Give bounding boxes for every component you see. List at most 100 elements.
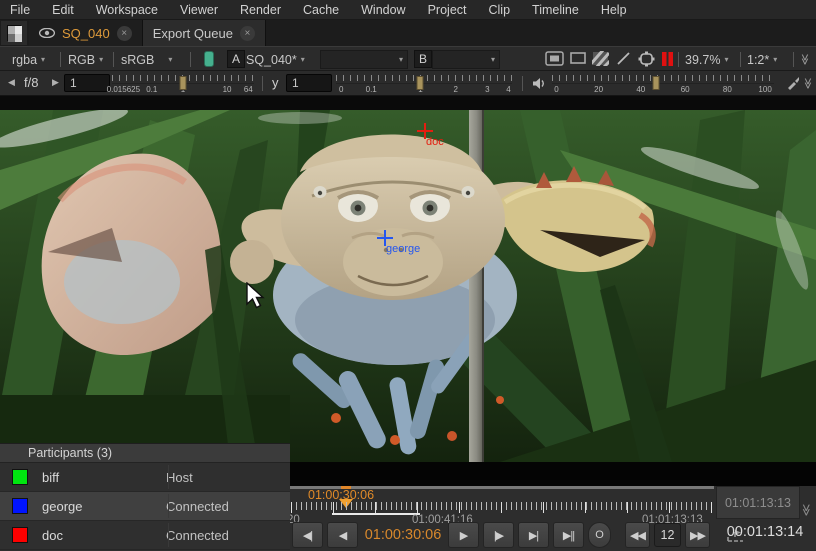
menu-cache[interactable]: Cache <box>303 3 339 17</box>
menu-window[interactable]: Window <box>361 3 405 17</box>
menu-workspace[interactable]: Workspace <box>96 3 158 17</box>
pause-render-button[interactable] <box>661 52 674 66</box>
menu-help[interactable]: Help <box>601 3 627 17</box>
divider <box>190 52 191 67</box>
chevron-down-icon: ▾ <box>773 55 777 64</box>
display-value: RGB <box>68 53 95 67</box>
chevron-expand-icon[interactable]: ≫ <box>799 504 813 517</box>
volume-mute-button[interactable] <box>532 77 546 90</box>
menu-render[interactable]: Render <box>240 3 281 17</box>
close-icon[interactable]: × <box>240 26 255 41</box>
tick-label: 10 <box>223 85 232 94</box>
input-a-label: A <box>227 50 245 68</box>
menu-project[interactable]: Project <box>428 3 467 17</box>
play-backward-button[interactable]: ◀ <box>327 522 358 548</box>
toolbar2-expand-button[interactable]: ≫ <box>802 76 814 90</box>
menu-viewer[interactable]: Viewer <box>180 3 218 17</box>
participant-name: george <box>42 499 162 514</box>
chevron-down-icon: ▾ <box>301 55 305 64</box>
menu-clip[interactable]: Clip <box>489 3 511 17</box>
chevron-down-icon: ▾ <box>399 55 403 64</box>
transport-controls: ◀| ◀ 01:00:30:06 ▶ |▶ ▶| ▶|| O ◀◀ 12 ▶▶ <box>292 522 744 548</box>
roi-button[interactable] <box>638 51 655 67</box>
channels-dropdown[interactable]: rgba▾ <box>12 47 45 72</box>
fps-input[interactable]: 12 <box>654 523 681 547</box>
color-sample-button[interactable] <box>786 76 800 90</box>
menu-timeline[interactable]: Timeline <box>532 3 579 17</box>
tick-label: 0.015625 <box>107 85 140 94</box>
menu-file[interactable]: File <box>10 3 30 17</box>
wipe-button[interactable] <box>616 51 631 66</box>
current-timecode[interactable]: 01:00:30:06 <box>362 527 444 543</box>
divider <box>678 52 679 67</box>
divider <box>522 76 523 91</box>
fast-backward-button[interactable]: ◀◀ <box>625 522 650 548</box>
tag-icon[interactable] <box>204 51 214 67</box>
display-dropdown[interactable]: RGB▾ <box>68 47 103 72</box>
tick-label: 0.1 <box>146 85 157 94</box>
colorspace-dropdown[interactable]: sRGB▾ <box>121 47 172 72</box>
go-to-end-button[interactable]: ▶|| <box>553 522 584 548</box>
participant-color-swatch <box>12 527 28 543</box>
step-forward-button[interactable]: |▶ <box>483 522 514 548</box>
pane-menu-button[interactable] <box>1 21 27 45</box>
gain-input[interactable]: 1 <box>64 74 110 92</box>
gain-slider[interactable]: 0.015625 0.1 1 10 64 <box>112 75 254 95</box>
menu-bar: File Edit Workspace Viewer Render Cache … <box>0 0 816 20</box>
participant-name: doc <box>42 528 162 543</box>
tick-label: 100 <box>758 85 771 94</box>
wipe-mode-dropdown[interactable]: ▾ <box>320 50 408 69</box>
viewer-canvas[interactable]: doc george <box>0 96 816 462</box>
gamma-slider[interactable]: 0 0.1 1 2 3 4 <box>336 75 512 95</box>
pane-layout-icon <box>7 25 21 41</box>
checkerboard-button[interactable] <box>592 51 609 66</box>
gamma-slider-handle[interactable] <box>417 76 424 90</box>
tab-label: Export Queue <box>153 26 233 41</box>
participant-row[interactable]: george Connected <box>0 492 290 521</box>
cached-frames-bar <box>332 513 420 515</box>
exposure-toolbar: ◀ f/8 ▶ 1 0.015625 0.1 1 10 64 y 1 0 0.1… <box>0 71 816 96</box>
display-window-button[interactable] <box>545 51 564 66</box>
tick-label: 2 <box>453 85 457 94</box>
fstop-label[interactable]: f/8 <box>24 75 38 90</box>
participants-header[interactable]: Participants (3) <box>0 444 290 463</box>
participant-color-swatch <box>12 469 28 485</box>
input-b-dropdown[interactable]: ▾ <box>432 50 500 69</box>
input-b-label: B <box>414 50 432 68</box>
timeline-ruler[interactable] <box>291 502 713 513</box>
volume-slider[interactable]: 0 20 40 60 80 100 <box>552 75 774 95</box>
loop-mode-button[interactable]: O <box>588 522 611 548</box>
end-timecode-box: 01:01:13:13 <box>716 486 800 519</box>
ruler-major-ticks <box>291 502 713 513</box>
participant-row[interactable]: doc Connected <box>0 521 290 550</box>
tab-export-queue[interactable]: Export Queue × <box>143 20 266 46</box>
zoom-dropdown[interactable]: 39.7%▾ <box>685 47 728 72</box>
slider-ticks <box>336 75 512 81</box>
fstop-prev-button[interactable]: ◀ <box>8 77 15 88</box>
divider <box>113 52 114 67</box>
tab-sq-040[interactable]: SQ_040 × <box>29 20 143 46</box>
volume-slider-handle[interactable] <box>653 76 660 90</box>
gain-slider-handle[interactable] <box>180 76 187 90</box>
proxy-dropdown[interactable]: 1:2*▾ <box>747 47 777 72</box>
gamma-input[interactable]: 1 <box>286 74 332 92</box>
play-button[interactable]: ▶ <box>448 522 479 548</box>
divider <box>262 76 263 91</box>
next-edit-button[interactable]: ▶| <box>518 522 549 548</box>
chevron-expand-icon: ≫ <box>798 54 811 66</box>
input-a-dropdown[interactable]: SQ_040*▾ <box>246 47 305 72</box>
tick-label: 3 <box>485 85 489 94</box>
chevron-down-icon: ▾ <box>168 55 172 64</box>
format-rect-button[interactable] <box>570 52 586 64</box>
participant-status: Connected <box>166 528 229 543</box>
viewer-toolbar: rgba▾ RGB▾ sRGB▾ A SQ_040*▾ ▾ B ▾ 39.7%▾ <box>0 46 816 71</box>
close-icon[interactable]: × <box>117 26 132 41</box>
fstop-next-button[interactable]: ▶ <box>52 77 59 88</box>
fast-forward-button[interactable]: ▶▶ <box>685 522 710 548</box>
go-to-start-button[interactable]: ◀| <box>292 522 323 548</box>
toolbar-expand-button[interactable]: ≫ <box>799 52 811 66</box>
tick-label: 0.1 <box>366 85 377 94</box>
participant-row[interactable]: biff Host <box>0 463 290 492</box>
chevron-expand-icon: ≫ <box>801 78 814 90</box>
menu-edit[interactable]: Edit <box>52 3 74 17</box>
